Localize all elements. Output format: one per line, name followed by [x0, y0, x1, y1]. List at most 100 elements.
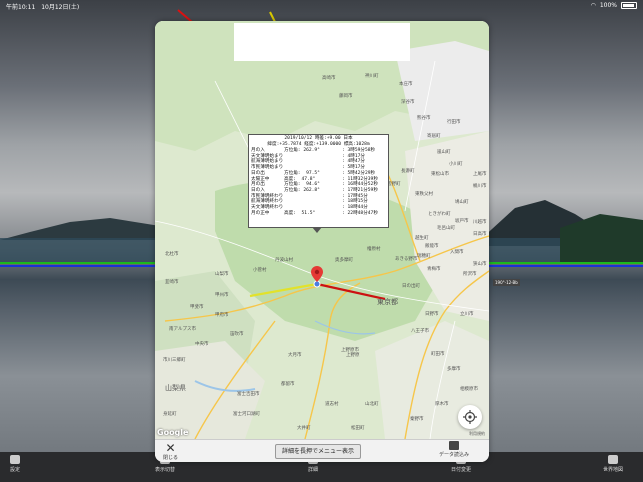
map-city-label: 立川市 [460, 312, 474, 317]
map-city-label: 上尾市 [473, 172, 487, 177]
map-city-label: 鳩山町 [455, 200, 469, 205]
status-bar: 午前10:11 10月12日(土) ◠ 100% [0, 0, 643, 12]
map-city-label: 熊谷市 [417, 116, 431, 121]
settings-icon [10, 455, 20, 464]
map-city-label: 甲府市 [215, 313, 229, 318]
map-city-label: ときがわ町 [428, 212, 451, 217]
map-view[interactable]: 山梨県 東京都 上野原市 大月市 甲州市 甲府市 笛吹市 都留市 富士吉田市 八… [155, 21, 489, 439]
map-city-label: 市川三郷町 [163, 358, 186, 363]
map-city-label: 藤岡市 [339, 94, 353, 99]
map-city-label: あきる野市 [395, 257, 418, 262]
popup-row: 月の正中 高度: 51.5° : 22時48分47秒 [251, 211, 386, 217]
map-city-label: 坂戸市 [455, 219, 469, 224]
map-city-label: 本庄市 [399, 82, 413, 87]
map-city-label: 川越市 [473, 220, 487, 225]
map-city-label: 桶川市 [473, 184, 487, 189]
close-button[interactable]: ✕ 閉じる [163, 442, 178, 461]
map-city-label: 深谷市 [401, 100, 415, 105]
map-city-label: 高崎市 [322, 76, 336, 81]
map-city-label: 皆野町 [387, 182, 401, 187]
close-icon: ✕ [165, 441, 176, 455]
map-modal: 山梨県 東京都 上野原市 大月市 甲州市 甲府市 笛吹市 都留市 富士吉田市 八… [155, 21, 489, 462]
map-city-label: 入間市 [450, 250, 464, 255]
map-city-label: 甲州市 [215, 293, 229, 298]
map-city-label: 狭山市 [473, 262, 487, 267]
map-city-label: 青梅市 [427, 267, 441, 272]
map-city-label: 東松山市 [431, 172, 449, 177]
map-city-label: 小菅村 [253, 268, 267, 273]
map-city-label: 富士河口湖町 [233, 412, 260, 417]
overlay-label: 190°-12-Bb [493, 279, 520, 286]
data-load-label: データ読込み [438, 452, 469, 458]
map-city-label: 長瀞町 [401, 169, 415, 174]
map-city-label: 飯能市 [425, 244, 439, 249]
toolbar-label: 日付変更 [451, 467, 472, 473]
menu-long-press-button[interactable]: 詳細を長押でメニュー表示 [275, 444, 362, 459]
map-city-label: 大月市 [288, 353, 302, 358]
status-time-text: 午前10:11 [6, 4, 36, 11]
toolbar-item-world-map[interactable]: 世界地図 [603, 455, 623, 473]
map-prefecture-label: 山梨県 [165, 384, 186, 392]
map-city-label: 山梨市 [215, 272, 229, 277]
map-city-label: 富士吉田市 [237, 392, 260, 397]
map-city-label: 松田町 [351, 426, 365, 431]
sun-moon-info-popup: 2019/10/12 時差:+9.00 日本 緯度:+35.7874 経度:+1… [248, 134, 389, 233]
map-city-label: 所沢市 [463, 272, 477, 277]
map-city-label: 上野原 [346, 353, 360, 358]
map-city-label: 神川町 [365, 74, 379, 79]
download-icon [448, 441, 459, 450]
my-location-button[interactable] [458, 405, 482, 429]
map-city-label: 多摩市 [447, 367, 461, 372]
row-detail: 高度: 51.5° [284, 210, 316, 216]
toolbar-label: 詳細 [308, 467, 319, 473]
map-city-label: 八王子市 [411, 329, 429, 334]
map-city-label: 毛呂山町 [437, 226, 455, 231]
map-city-label: 日野市 [425, 312, 439, 317]
map-city-label: 行田市 [447, 120, 461, 125]
world-map-icon [608, 455, 618, 464]
map-city-label: 日高市 [473, 232, 487, 237]
map-city-label: 東秩父村 [415, 192, 433, 197]
location-pin-icon[interactable] [311, 266, 323, 282]
modal-footer: ✕ 閉じる 詳細を長押でメニュー表示 データ読込み [155, 439, 489, 462]
map-city-label: 山北町 [365, 402, 379, 407]
google-logo: Google [157, 428, 189, 437]
map-city-label: 大井町 [297, 426, 311, 431]
status-date-text: 10月12日(土) [41, 4, 80, 11]
ad-banner[interactable] [234, 23, 410, 61]
battery-percent: 100% [599, 2, 617, 9]
battery-icon [621, 2, 637, 9]
map-prefecture-label: 東京都 [377, 298, 398, 306]
row-time: : 22時48分47秒 [342, 210, 378, 216]
map-city-label: 嵐山町 [437, 150, 451, 155]
map-city-label: 南アルプス市 [169, 327, 196, 332]
data-load-button[interactable]: データ読込み [439, 441, 469, 458]
map-city-label: 道志村 [325, 402, 339, 407]
status-time: 午前10:11 10月12日(土) [6, 2, 79, 11]
toolbar-label: 表示切替 [155, 467, 176, 473]
map-city-label: 北杜市 [165, 252, 179, 257]
toolbar-item-settings[interactable]: 設定 [10, 455, 20, 473]
toolbar-label: 設定 [10, 467, 21, 473]
map-city-label: 都留市 [281, 382, 295, 387]
crosshair-icon [463, 410, 477, 424]
wifi-icon: ◠ [590, 2, 596, 9]
status-right: ◠ 100% [591, 2, 637, 9]
map-city-label: 小川町 [449, 162, 463, 167]
toolbar-label: 世界地図 [603, 467, 624, 473]
map-city-label: 笛吹市 [230, 332, 244, 337]
close-label: 閉じる [163, 455, 179, 461]
map-city-label: 中央市 [195, 342, 209, 347]
map-city-label: 甲斐市 [190, 305, 204, 310]
map-city-label: 相模原市 [460, 387, 478, 392]
map-city-label: 越生町 [415, 236, 429, 241]
map-city-label: 韮崎市 [165, 280, 179, 285]
map-terms-link[interactable]: 利用規約 [469, 431, 485, 437]
map-city-label: 檜原村 [367, 247, 381, 252]
map-city-label: 瑞穂町 [417, 254, 431, 259]
map-city-label: 寄居町 [427, 134, 441, 139]
map-city-label: 秦野市 [410, 417, 424, 422]
map-city-label: 日の出町 [402, 284, 420, 289]
row-label: 月の正中 [251, 210, 270, 216]
map-city-label: 奥多摩町 [335, 258, 353, 263]
